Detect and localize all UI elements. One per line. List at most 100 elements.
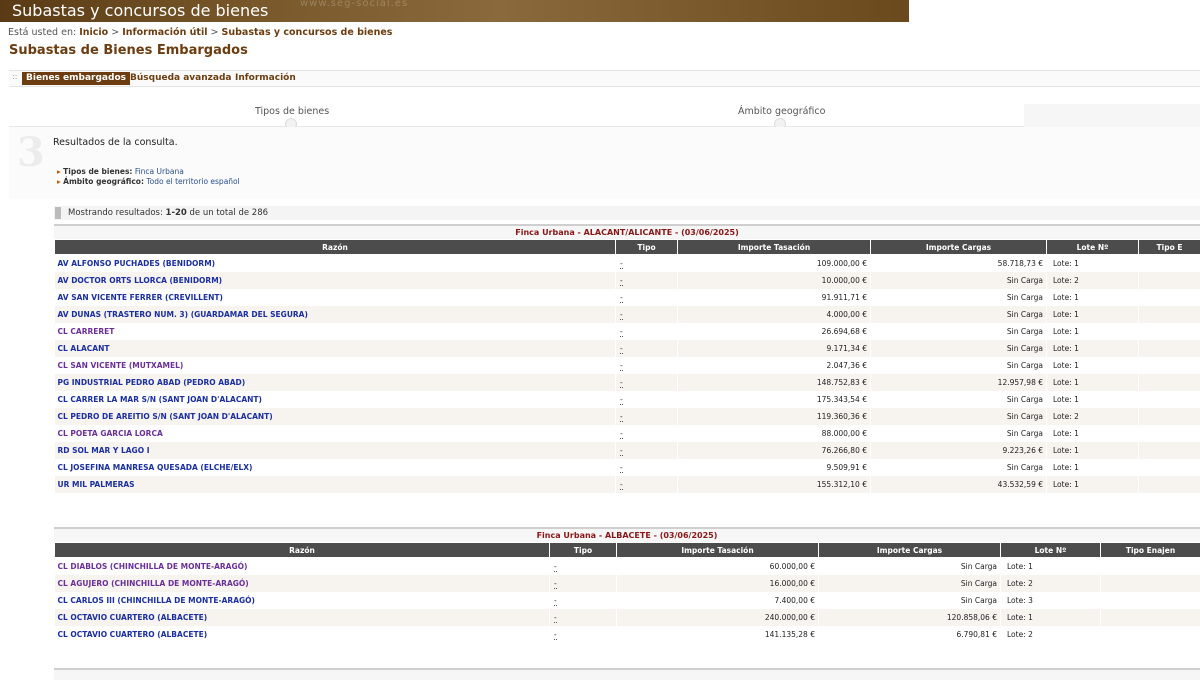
breadcrumb-prefix: Está usted en: <box>8 27 76 38</box>
property-link[interactable]: CL CARLOS III (CHINCHILLA DE MONTE-ARAGÓ… <box>58 596 255 605</box>
tipo-link[interactable]: - <box>620 463 623 473</box>
cell-lote: Lote: 1 <box>1047 374 1139 391</box>
cell-razon: CL AGUJERO (CHINCHILLA DE MONTE-ARAGÓ) <box>55 575 550 592</box>
cell-lote: Lote: 1 <box>1001 558 1101 576</box>
table-row: CL OCTAVIO CUARTERO (ALBACETE)-240.000,0… <box>55 609 1200 626</box>
col-header-lote[interactable]: Lote Nº <box>1001 543 1101 558</box>
col-header-tasacion[interactable]: Importe Tasación <box>678 240 871 255</box>
property-link[interactable]: RD SOL MAR Y LAGO I <box>58 446 150 455</box>
cell-razon: AV ALFONSO PUCHADES (BENIDORM) <box>55 255 616 273</box>
cell-razon: CL CARRER LA MAR S/N (SANT JOAN D'ALACAN… <box>55 391 616 408</box>
results-table: Razón Tipo Importe Tasación Importe Carg… <box>54 542 1200 643</box>
tipo-link[interactable]: - <box>554 630 557 640</box>
property-link[interactable]: AV DUNAS (TRASTERO NUM. 3) (GUARDAMAR DE… <box>58 310 308 319</box>
table-row: CL CARRER LA MAR S/N (SANT JOAN D'ALACAN… <box>55 391 1200 408</box>
col-header-razon[interactable]: Razón <box>55 240 616 255</box>
property-link[interactable]: CL DIABLOS (CHINCHILLA DE MONTE-ARAGÓ) <box>58 562 248 571</box>
step-tipos-de-bienes[interactable]: Tipos de bienes <box>255 106 329 117</box>
breadcrumb-link-inicio[interactable]: Inicio <box>79 27 108 38</box>
count-marker-icon <box>55 207 61 219</box>
cell-razon: RD SOL MAR Y LAGO I <box>55 442 616 459</box>
tab-informacion[interactable]: Información <box>231 72 300 85</box>
tipo-link[interactable]: - <box>554 613 557 623</box>
cell-tipo: - <box>616 323 678 340</box>
col-header-tipo-enajenacion[interactable]: Tipo E <box>1139 240 1200 255</box>
section-caption: Finca Urbana - ALACANT/ALICANTE - (03/06… <box>54 224 1200 239</box>
cell-razon: CL SAN VICENTE (MUTXAMEL) <box>55 357 616 374</box>
property-link[interactable]: CL CARRER LA MAR S/N (SANT JOAN D'ALACAN… <box>58 395 262 404</box>
property-link[interactable]: PG INDUSTRIAL PEDRO ABAD (PEDRO ABAD) <box>58 378 246 387</box>
property-link[interactable]: CL POETA GARCIA LORCA <box>58 429 163 438</box>
tipo-link[interactable]: - <box>620 480 623 490</box>
property-link[interactable]: CL AGUJERO (CHINCHILLA DE MONTE-ARAGÓ) <box>58 579 249 588</box>
tipo-link[interactable]: - <box>620 310 623 320</box>
property-link[interactable]: AV ALFONSO PUCHADES (BENIDORM) <box>58 259 216 268</box>
table-row: RD SOL MAR Y LAGO I-76.266,80 €9.223,26 … <box>55 442 1200 459</box>
col-header-cargas[interactable]: Importe Cargas <box>819 543 1001 558</box>
cell-tipo: - <box>550 575 617 592</box>
col-header-lote[interactable]: Lote Nº <box>1047 240 1139 255</box>
tipo-link[interactable]: - <box>620 259 623 269</box>
tipo-link[interactable]: - <box>620 378 623 388</box>
table-row: CL CARRERET-26.694,68 €Sin CargaLote: 1 <box>55 323 1200 340</box>
cell-lote: Lote: 1 <box>1047 323 1139 340</box>
cell-tipo: - <box>616 255 678 273</box>
cell-razon: CL OCTAVIO CUARTERO (ALBACETE) <box>55 609 550 626</box>
tipo-link[interactable]: - <box>620 276 623 286</box>
col-header-tipo-enajenacion[interactable]: Tipo Enajen <box>1101 543 1200 558</box>
property-link[interactable]: CL CARRERET <box>58 327 115 336</box>
results-section-next <box>54 668 1200 680</box>
tipo-link[interactable]: - <box>620 429 623 439</box>
col-header-tipo[interactable]: Tipo <box>550 543 617 558</box>
tipo-link[interactable]: - <box>554 562 557 572</box>
cell-lote: Lote: 2 <box>1001 575 1101 592</box>
breadcrumb: Está usted en: Inicio > Información útil… <box>8 27 392 38</box>
property-link[interactable]: CL PEDRO DE AREITIO S/N (SANT JOAN D'ALA… <box>58 412 273 421</box>
tipo-link[interactable]: - <box>554 596 557 606</box>
cell-tipo: - <box>616 408 678 425</box>
tipo-link[interactable]: - <box>620 395 623 405</box>
breadcrumb-link-informacion[interactable]: Información útil <box>122 27 207 38</box>
col-header-tasacion[interactable]: Importe Tasación <box>617 543 819 558</box>
property-link[interactable]: CL OCTAVIO CUARTERO (ALBACETE) <box>58 630 208 639</box>
property-link[interactable]: CL ALACANT <box>58 344 110 353</box>
col-header-razon[interactable]: Razón <box>55 543 550 558</box>
tipo-link[interactable]: - <box>620 446 623 456</box>
breadcrumb-separator: > <box>211 27 219 38</box>
cell-tipo-enajenacion <box>1139 255 1200 273</box>
tab-busqueda-avanzada[interactable]: Búsqueda avanzada <box>126 72 235 85</box>
property-link[interactable]: CL OCTAVIO CUARTERO (ALBACETE) <box>58 613 208 622</box>
cell-tipo: - <box>616 289 678 306</box>
cell-cargas: 43.532,59 € <box>871 476 1047 493</box>
cell-tipo: - <box>616 391 678 408</box>
tipo-link[interactable]: - <box>620 412 623 422</box>
table-row: AV DOCTOR ORTS LLORCA (BENIDORM)-10.000,… <box>55 272 1200 289</box>
table-row: AV SAN VICENTE FERRER (CREVILLENT)-91.91… <box>55 289 1200 306</box>
cell-tipo-enajenacion <box>1139 442 1200 459</box>
step-ambito-geografico[interactable]: Ámbito geográfico <box>738 106 825 117</box>
cell-tasacion: 26.694,68 € <box>678 323 871 340</box>
col-header-tipo[interactable]: Tipo <box>616 240 678 255</box>
filter-key: Ámbito geográfico: <box>63 177 144 186</box>
banner-title: Subastas y concursos de bienes <box>12 0 268 21</box>
property-link[interactable]: AV DOCTOR ORTS LLORCA (BENIDORM) <box>58 276 223 285</box>
tipo-link[interactable]: - <box>620 344 623 354</box>
breadcrumb-link-subastas[interactable]: Subastas y concursos de bienes <box>222 27 393 38</box>
tipo-link[interactable]: - <box>620 327 623 337</box>
cell-tipo-enajenacion <box>1139 289 1200 306</box>
property-link[interactable]: CL JOSEFINA MANRESA QUESADA (ELCHE/ELX) <box>58 463 253 472</box>
tipo-link[interactable]: - <box>620 293 623 303</box>
cell-cargas: Sin Carga <box>871 340 1047 357</box>
cell-tipo-enajenacion <box>1101 575 1200 592</box>
tipo-link[interactable]: - <box>554 579 557 589</box>
cell-razon: CL DIABLOS (CHINCHILLA DE MONTE-ARAGÓ) <box>55 558 550 576</box>
table-row: CL SAN VICENTE (MUTXAMEL)-2.047,36 €Sin … <box>55 357 1200 374</box>
tipo-link[interactable]: - <box>620 361 623 371</box>
property-link[interactable]: CL SAN VICENTE (MUTXAMEL) <box>58 361 184 370</box>
tab-bienes-embargados[interactable]: Bienes embargados <box>22 72 130 85</box>
property-link[interactable]: UR MIL PALMERAS <box>58 480 135 489</box>
cell-cargas: Sin Carga <box>871 408 1047 425</box>
page-title: Subastas de Bienes Embargados <box>9 43 248 58</box>
col-header-cargas[interactable]: Importe Cargas <box>871 240 1047 255</box>
property-link[interactable]: AV SAN VICENTE FERRER (CREVILLENT) <box>58 293 223 302</box>
